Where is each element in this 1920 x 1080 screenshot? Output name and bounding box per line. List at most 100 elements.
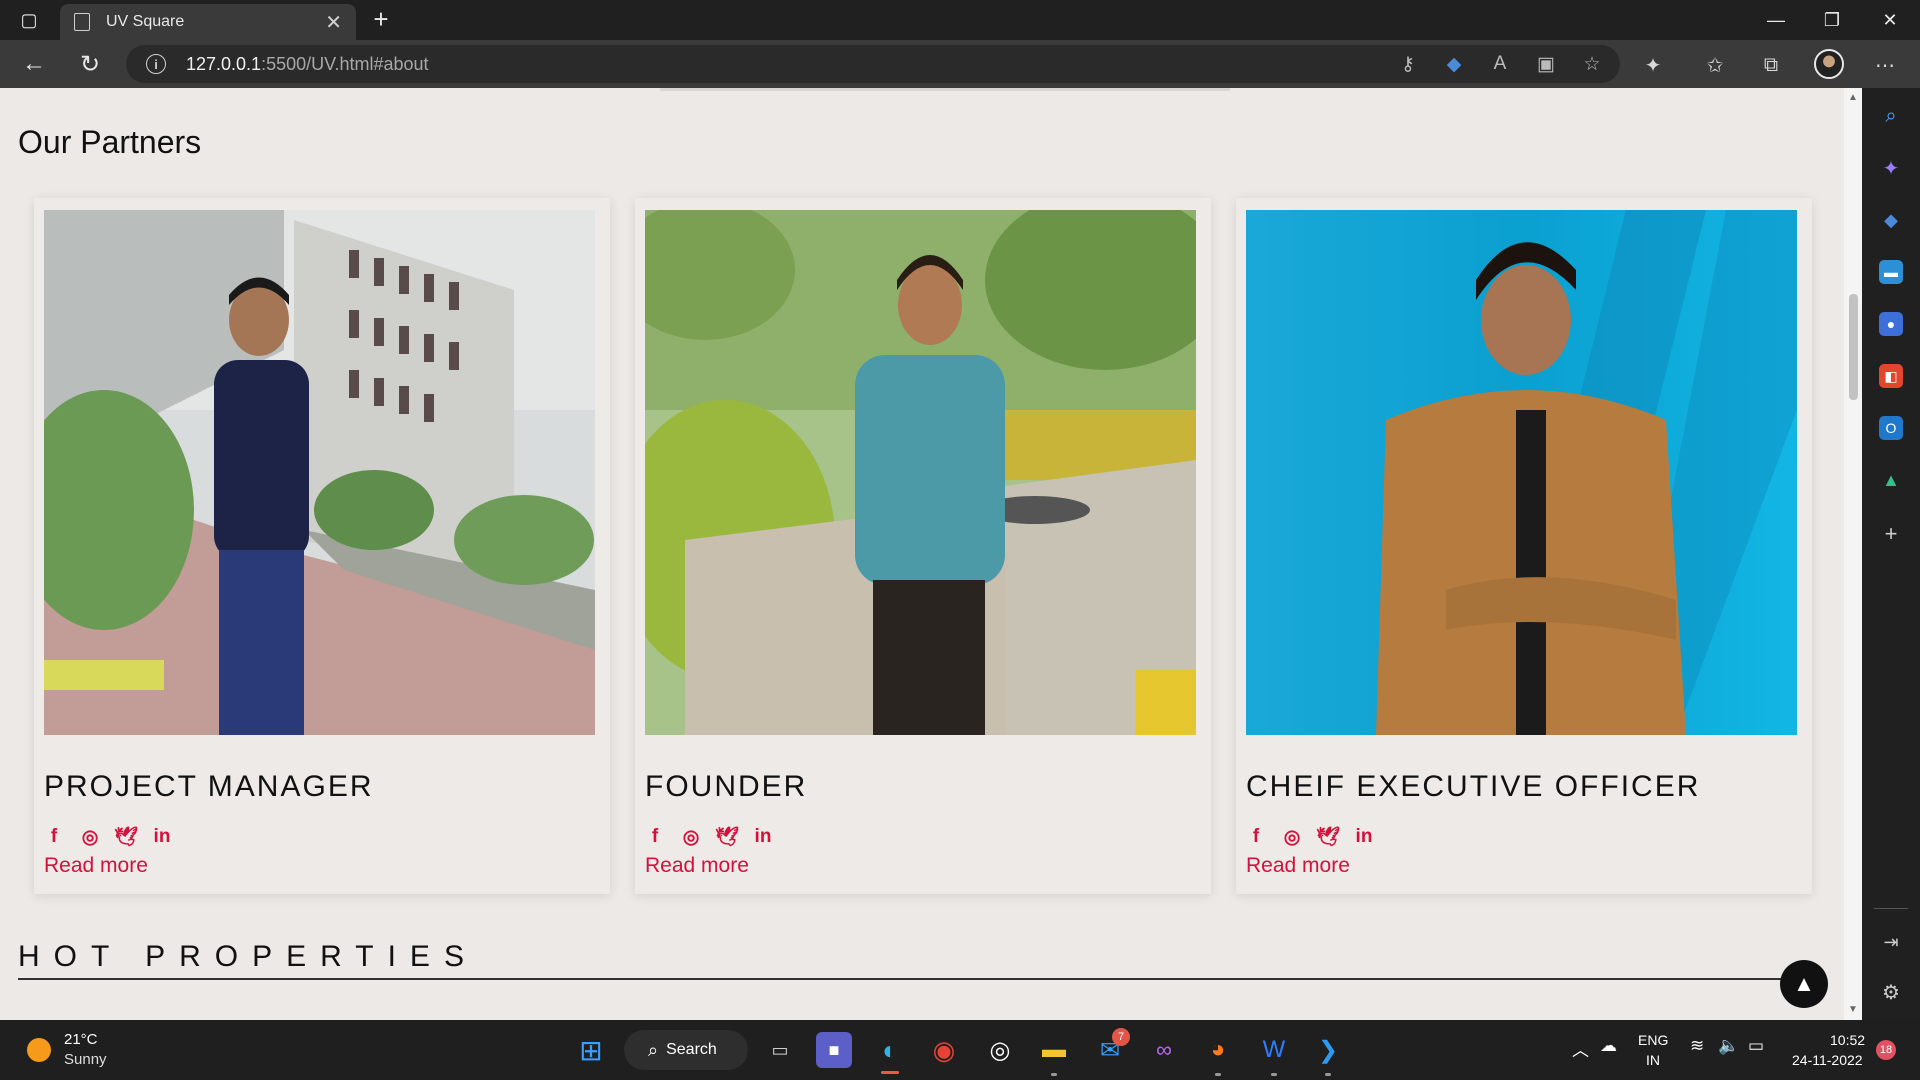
divider (1874, 908, 1908, 909)
more-menu-icon[interactable]: ⋯ (1872, 52, 1898, 78)
games-icon[interactable]: ● (1879, 312, 1903, 336)
chat-icon[interactable]: ■ (816, 1032, 852, 1068)
linkedin-icon[interactable]: in (152, 826, 172, 848)
office-icon[interactable]: ◧ (1879, 364, 1903, 388)
read-aloud-icon[interactable]: A (1488, 52, 1512, 76)
game-app-icon[interactable]: ∞ (1146, 1032, 1182, 1068)
language-region[interactable]: IN (1646, 1052, 1660, 1068)
linkedin-icon[interactable]: in (753, 826, 773, 848)
linkedin-icon[interactable]: in (1354, 826, 1374, 848)
minimize-icon[interactable]: — (1756, 2, 1796, 38)
facebook-icon[interactable]: f (44, 826, 64, 848)
webex-icon[interactable]: W (1256, 1032, 1292, 1068)
close-tab-icon[interactable]: ✕ (325, 10, 342, 35)
running-indicator (1051, 1073, 1057, 1076)
extensions-icon[interactable]: ✦ (1640, 52, 1666, 78)
new-tab-button[interactable]: + (366, 4, 396, 34)
site-info-icon[interactable]: i (146, 54, 166, 74)
url-path: :5500/UV.html#about (261, 53, 429, 74)
social-links: f ◎ 🕊 in (44, 826, 172, 848)
start-windows-icon[interactable]: ⊞ (573, 1032, 609, 1068)
address-bar[interactable]: i 127.0.0.1:5500/UV.html#about ⚷ ◆ A ▣ ☆ (126, 45, 1620, 83)
weather-condition[interactable]: Sunny (64, 1051, 107, 1068)
running-indicator (1215, 1073, 1221, 1076)
restore-icon[interactable]: ❐ (1812, 2, 1852, 38)
partner-role: PROJECT MANAGER (44, 770, 374, 803)
onedrive-cloud-icon[interactable]: ☁ (1600, 1036, 1617, 1056)
facebook-icon[interactable]: f (1246, 826, 1266, 848)
search-icon[interactable]: ⌕ (1879, 104, 1903, 128)
battery-icon[interactable]: ▭ (1748, 1036, 1764, 1056)
vscode-icon[interactable]: ❯ (1310, 1032, 1346, 1068)
back-icon[interactable]: ← (18, 49, 50, 79)
edge-icon[interactable]: ◐ (872, 1032, 908, 1068)
wps-icon[interactable]: ◎ (982, 1032, 1018, 1068)
hide-sidebar-icon[interactable]: ⇥ (1879, 930, 1903, 954)
collections-icon[interactable]: ⧉ (1758, 52, 1784, 78)
partner-card: PROJECT MANAGER f ◎ 🕊 in Read more (34, 198, 610, 894)
weather-temperature[interactable]: 21°C (64, 1031, 98, 1048)
drop-icon[interactable]: ▲ (1879, 468, 1903, 492)
settings-gear-icon[interactable]: ⚙ (1879, 980, 1903, 1004)
taskbar-search-button[interactable]: ⌕ Search (624, 1030, 748, 1070)
task-view-icon[interactable]: ▭ (762, 1032, 798, 1068)
tools-icon[interactable]: ▬ (1879, 260, 1903, 284)
file-explorer-icon[interactable]: ▬ (1036, 1032, 1072, 1068)
copilot-icon[interactable]: ✦ (1879, 156, 1903, 180)
clock-date[interactable]: 24-11-2022 (1792, 1052, 1863, 1068)
back-to-top-button[interactable]: ▲ (1780, 960, 1828, 1008)
tray-chevron-up-icon[interactable]: ︿ (1572, 1036, 1589, 1061)
favorites-icon[interactable]: ✩ (1702, 52, 1728, 78)
page-scrollbar[interactable]: ▲ ▼ (1844, 88, 1862, 1020)
refresh-icon[interactable]: ↻ (74, 49, 106, 79)
notification-badge[interactable]: 18 (1876, 1040, 1896, 1060)
add-icon[interactable]: + (1879, 521, 1903, 546)
clock-time[interactable]: 10:52 (1830, 1032, 1865, 1048)
window-close-icon[interactable]: ✕ (1870, 2, 1910, 38)
partner-photo (645, 210, 1196, 735)
tab-uv-square[interactable]: UV Square ✕ (60, 4, 356, 40)
key-icon[interactable]: ⚷ (1396, 52, 1420, 76)
divider (660, 88, 1230, 91)
profile-avatar[interactable] (1814, 49, 1844, 79)
active-indicator (881, 1071, 899, 1074)
scroll-up-icon[interactable]: ▲ (1848, 92, 1858, 103)
chrome-icon[interactable]: ◉ (926, 1032, 962, 1068)
coupon-tag-icon[interactable]: ◆ (1442, 52, 1466, 76)
twitter-icon[interactable]: 🕊 (715, 826, 739, 848)
social-links: f ◎ 🕊 in (1246, 826, 1374, 848)
instagram-icon[interactable]: ◎ (681, 826, 701, 848)
firefox-icon[interactable]: ◕ (1200, 1032, 1236, 1068)
outlook-icon[interactable]: O (1879, 416, 1903, 440)
instagram-icon[interactable]: ◎ (1282, 826, 1302, 848)
edge-sidebar: ⌕ ✦ ◆ ▬ ● ◧ O ▲ + ⇥ ⚙ (1862, 88, 1920, 1020)
read-more-link[interactable]: Read more (44, 854, 148, 878)
scroll-down-icon[interactable]: ▼ (1848, 1004, 1858, 1015)
mail-badge: 7 (1112, 1028, 1130, 1046)
language-label[interactable]: ENG (1638, 1032, 1668, 1048)
sun-icon[interactable] (27, 1038, 51, 1062)
wifi-icon[interactable]: ≋ (1690, 1036, 1704, 1056)
page-icon (74, 13, 90, 31)
add-favorite-icon[interactable]: ☆ (1580, 52, 1604, 76)
read-more-link[interactable]: Read more (645, 854, 749, 878)
tab-title: UV Square (106, 13, 185, 30)
facebook-icon[interactable]: f (645, 826, 665, 848)
twitter-icon[interactable]: 🕊 (1316, 826, 1340, 848)
section-divider (18, 978, 1788, 980)
taskbar: 21°C Sunny ⊞ ⌕ Search ▭ ■ ◐ ◉ ◎ ▬ ✉ 7 ∞ … (0, 1020, 1920, 1080)
tab-actions-icon[interactable]: ▢ (16, 8, 42, 32)
immersive-reader-icon[interactable]: ▣ (1534, 52, 1558, 76)
instagram-icon[interactable]: ◎ (80, 826, 100, 848)
volume-icon[interactable]: 🔈 (1718, 1036, 1739, 1056)
browser-toolbar: ← ↻ i 127.0.0.1:5500/UV.html#about ⚷ ◆ A… (0, 40, 1920, 88)
partners-heading: Our Partners (18, 124, 202, 160)
partner-photo (1246, 210, 1797, 735)
shopping-icon[interactable]: ◆ (1879, 208, 1903, 232)
page-viewport: Our Partners PROJECT MANAGER f ◎ 🕊 in Re… (0, 88, 1844, 1020)
twitter-icon[interactable]: 🕊 (114, 826, 138, 848)
social-links: f ◎ 🕊 in (645, 826, 773, 848)
scrollbar-thumb[interactable] (1849, 294, 1858, 400)
partner-role: CHEIF EXECUTIVE OFFICER (1246, 770, 1701, 803)
read-more-link[interactable]: Read more (1246, 854, 1350, 878)
